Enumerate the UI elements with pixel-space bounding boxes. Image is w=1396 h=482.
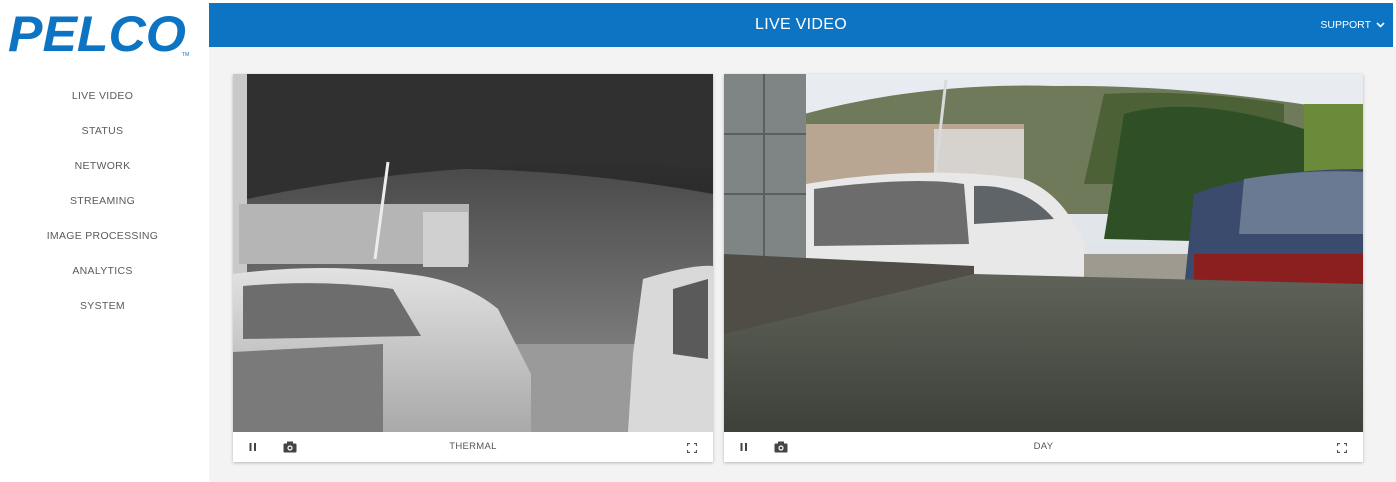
sidebar-item-streaming[interactable]: STREAMING [0, 191, 205, 226]
pelco-logo: PELCO TM [8, 8, 189, 58]
thermal-video-feed[interactable] [233, 74, 713, 432]
page-title: LIVE VIDEO [755, 16, 847, 33]
stream-label-day: DAY [1033, 441, 1054, 452]
thermal-stream-panel: THERMAL [233, 74, 713, 462]
sidebar-nav: LIVE VIDEO STATUS NETWORK STREAMING IMAG… [0, 86, 205, 331]
day-video-feed[interactable] [724, 74, 1363, 432]
fullscreen-icon[interactable] [683, 439, 701, 457]
sidebar-item-analytics[interactable]: ANALYTICS [0, 261, 205, 296]
logo-text: PELCO [8, 8, 186, 58]
sidebar: PELCO TM LIVE VIDEO STATUS NETWORK STREA… [0, 0, 205, 482]
support-label: SUPPORT [1320, 19, 1371, 31]
fullscreen-icon[interactable] [1333, 439, 1351, 457]
camera-icon[interactable] [281, 438, 299, 456]
stream-label-thermal: THERMAL [449, 441, 497, 452]
sidebar-item-network[interactable]: NETWORK [0, 156, 205, 191]
sidebar-item-live-video[interactable]: LIVE VIDEO [0, 86, 205, 121]
main-content: THERMAL DAY [209, 47, 1396, 482]
logo-trademark: TM [182, 52, 189, 58]
thermal-controls: THERMAL [233, 432, 713, 462]
camera-icon[interactable] [772, 438, 790, 456]
day-controls: DAY [724, 432, 1363, 462]
sidebar-item-image-processing[interactable]: IMAGE PROCESSING [0, 226, 205, 261]
header-bar: LIVE VIDEO SUPPORT [209, 3, 1393, 47]
support-menu-button[interactable]: SUPPORT [1320, 3, 1385, 47]
day-stream-panel: DAY [724, 74, 1363, 462]
chevron-down-icon [1376, 22, 1385, 28]
pause-icon[interactable] [735, 438, 753, 456]
sidebar-item-system[interactable]: SYSTEM [0, 296, 205, 331]
sidebar-item-status[interactable]: STATUS [0, 121, 205, 156]
pause-icon[interactable] [244, 438, 262, 456]
